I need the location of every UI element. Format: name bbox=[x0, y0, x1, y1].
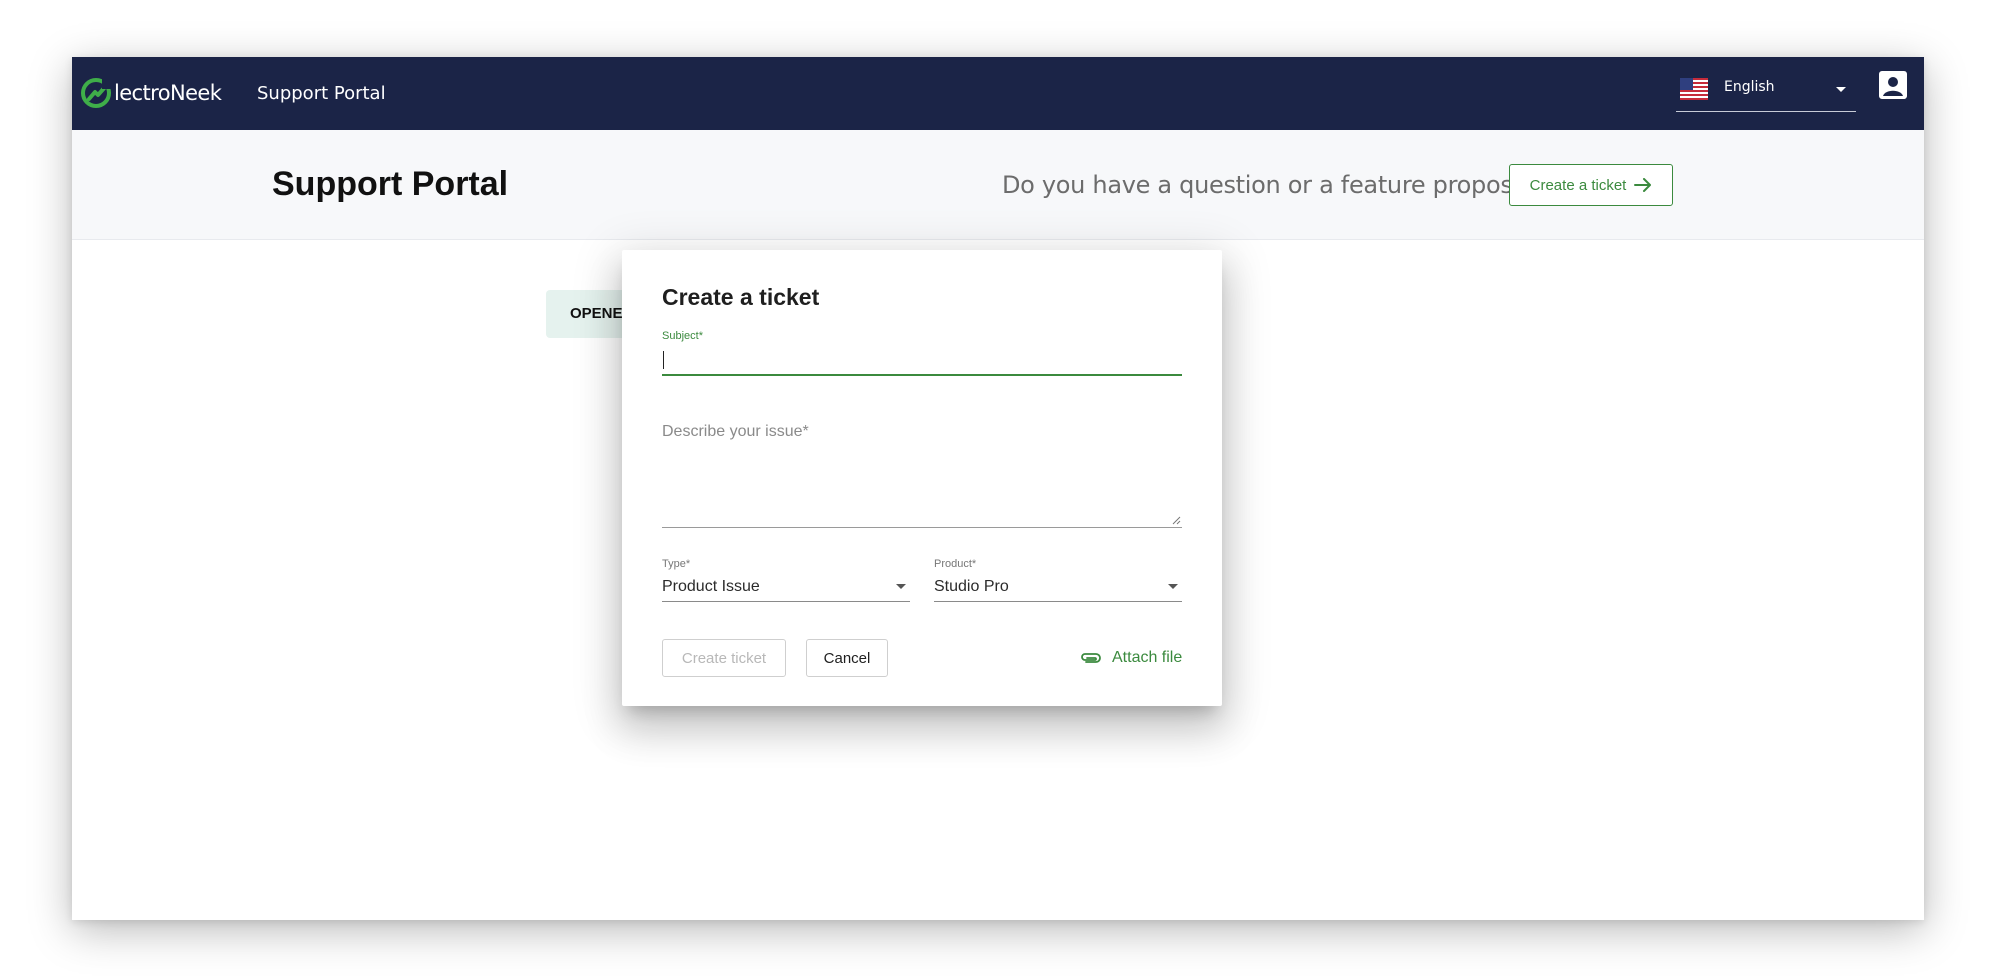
attach-file-button[interactable]: Attach file bbox=[1080, 639, 1182, 677]
cancel-button[interactable]: Cancel bbox=[806, 639, 888, 677]
nav-portal-title[interactable]: Support Portal bbox=[257, 57, 386, 130]
us-flag-icon bbox=[1680, 78, 1708, 100]
chevron-down-icon bbox=[896, 584, 906, 589]
dialog-title: Create a ticket bbox=[662, 284, 820, 310]
language-label: English bbox=[1724, 79, 1775, 95]
text-cursor bbox=[663, 351, 664, 369]
product-label: Product* bbox=[934, 558, 977, 570]
page-header: Support Portal Do you have a question or… bbox=[72, 130, 1924, 240]
browser-window: lectroNeek Support Portal English Suppor… bbox=[72, 57, 1924, 920]
create-ticket-button[interactable]: Create ticket bbox=[662, 639, 786, 677]
logo-wordmark: lectroNeek bbox=[114, 80, 222, 105]
brand-logo[interactable]: lectroNeek bbox=[80, 67, 222, 119]
type-label: Type* bbox=[662, 558, 691, 570]
type-value: Product Issue bbox=[662, 578, 760, 595]
create-ticket-header-button[interactable]: Create a ticket bbox=[1509, 164, 1673, 206]
describe-issue-textarea[interactable] bbox=[662, 446, 1182, 528]
describe-issue-label: Describe your issue* bbox=[662, 423, 809, 440]
feature-question-text: Do you have a question or a feature prop… bbox=[1002, 171, 1546, 199]
arrow-right-icon bbox=[1634, 178, 1652, 192]
product-select[interactable]: Studio Pro bbox=[934, 572, 1182, 602]
page-title: Support Portal bbox=[272, 165, 509, 203]
paperclip-icon bbox=[1081, 653, 1101, 663]
subject-input[interactable] bbox=[662, 346, 1182, 376]
product-value: Studio Pro bbox=[934, 578, 1009, 595]
language-select[interactable]: English bbox=[1676, 67, 1856, 112]
subject-label: Subject* bbox=[662, 330, 703, 342]
create-ticket-dialog: Create a ticket Subject* Describe your i… bbox=[622, 250, 1222, 706]
top-navigation-bar: lectroNeek Support Portal English bbox=[72, 57, 1924, 130]
chevron-down-icon bbox=[1836, 87, 1846, 92]
chevron-down-icon bbox=[1168, 584, 1178, 589]
account-box-icon[interactable] bbox=[1878, 70, 1908, 100]
resize-handle-icon[interactable] bbox=[1171, 515, 1181, 525]
electroneek-logo-icon bbox=[81, 78, 112, 108]
create-ticket-header-label: Create a ticket bbox=[1529, 176, 1627, 194]
attach-file-label: Attach file bbox=[1112, 649, 1183, 666]
type-select[interactable]: Product Issue bbox=[662, 572, 910, 602]
